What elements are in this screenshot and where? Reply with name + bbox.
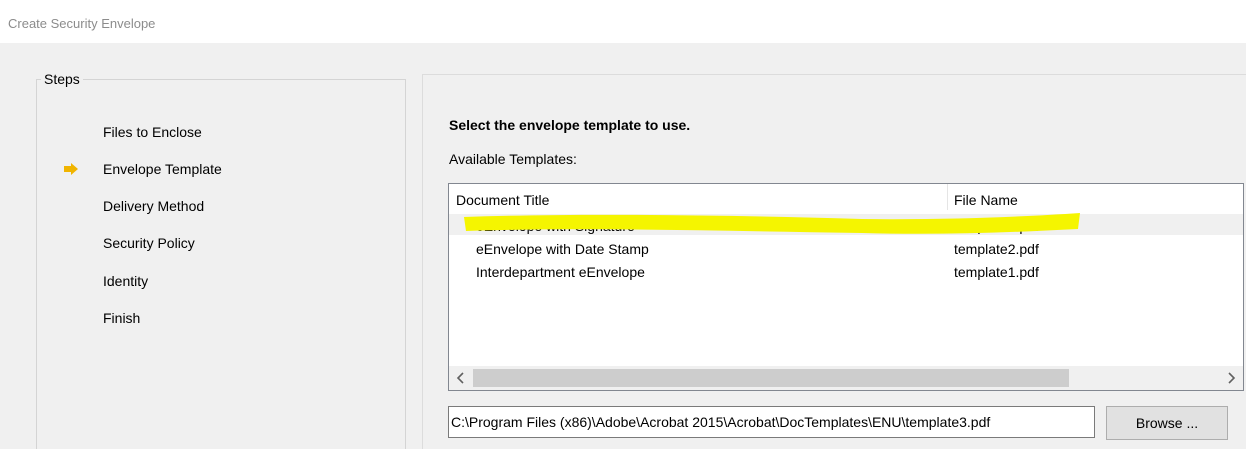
step-security-policy: Security Policy: [103, 235, 195, 251]
row-document-title: eEnvelope with Signature: [476, 218, 635, 234]
list-header: Document Title File Name: [449, 184, 1243, 210]
row-document-title: eEnvelope with Date Stamp: [476, 241, 649, 257]
available-templates-label: Available Templates:: [449, 151, 577, 167]
template-path-field[interactable]: [448, 406, 1095, 438]
scrollbar-thumb[interactable]: [473, 369, 1069, 387]
steps-panel: [36, 79, 406, 449]
step-delivery-method: Delivery Method: [103, 198, 205, 214]
steps-legend: Steps: [41, 71, 83, 87]
browse-button[interactable]: Browse ...: [1106, 406, 1228, 440]
table-row[interactable]: eEnvelope with Date Stamp template2.pdf: [449, 237, 1243, 258]
row-document-title: Interdepartment eEnvelope: [476, 264, 645, 280]
row-file-name: template3.pdf: [954, 218, 1039, 234]
current-step-arrow-icon: [64, 163, 78, 175]
column-header-document-title[interactable]: Document Title: [456, 192, 549, 208]
row-file-name: template1.pdf: [954, 264, 1039, 280]
step-identity: Identity: [103, 273, 149, 289]
column-header-file-name[interactable]: File Name: [954, 192, 1018, 208]
step-files-to-enclose: Files to Enclose: [103, 124, 202, 140]
horizontal-scrollbar[interactable]: [449, 366, 1243, 390]
row-file-name: template2.pdf: [954, 241, 1039, 257]
table-row[interactable]: Interdepartment eEnvelope template1.pdf: [449, 260, 1243, 281]
window-title: Create Security Envelope: [8, 16, 156, 31]
templates-list[interactable]: Document Title File Name eEnvelope with …: [448, 183, 1244, 391]
step-envelope-template: Envelope Template: [103, 161, 222, 177]
page-heading: Select the envelope template to use.: [449, 117, 691, 133]
table-row[interactable]: eEnvelope with Signature template3.pdf: [449, 214, 1243, 235]
column-divider[interactable]: [947, 184, 948, 210]
step-finish: Finish: [103, 310, 141, 326]
scroll-right-icon[interactable]: [1222, 369, 1240, 387]
scroll-left-icon[interactable]: [452, 369, 470, 387]
title-bar: Create Security Envelope: [0, 0, 1246, 43]
